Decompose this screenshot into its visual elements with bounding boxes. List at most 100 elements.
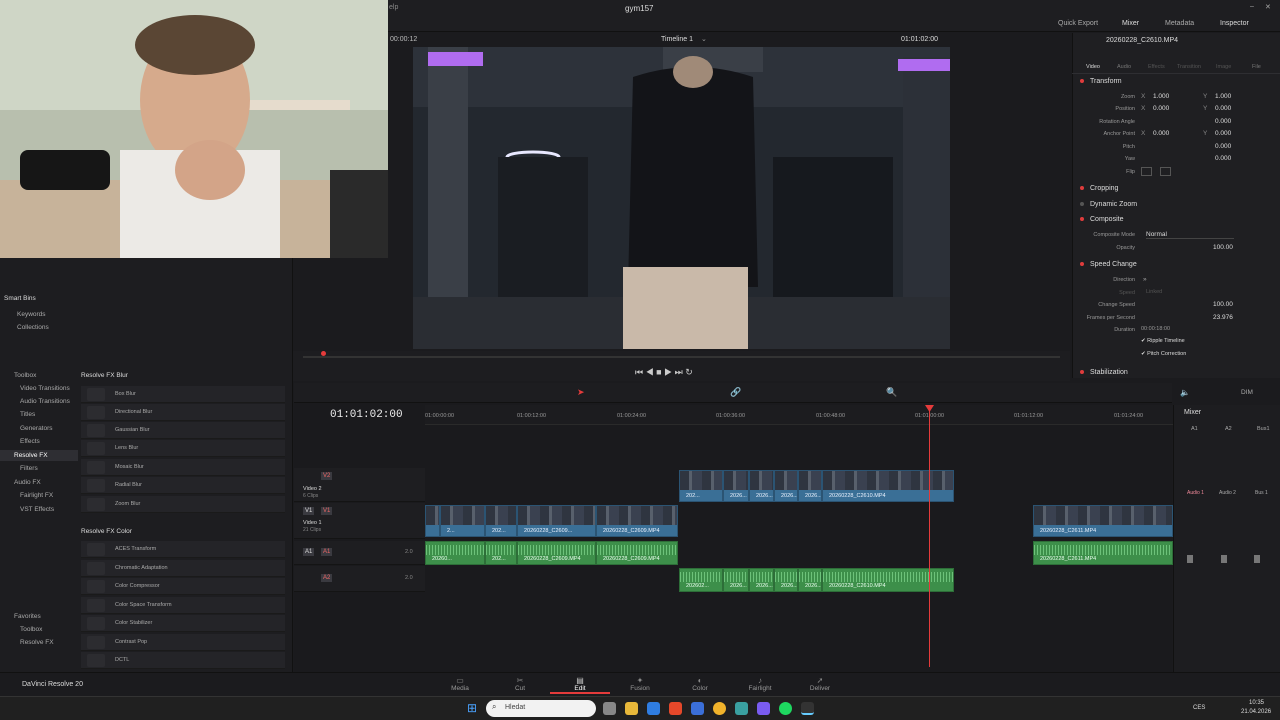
video-clip[interactable]: 202... (679, 470, 723, 502)
tab-effects[interactable]: Effects (1148, 64, 1165, 70)
position-y-field[interactable]: 0.000 (1215, 105, 1231, 112)
opacity-field[interactable]: 100.00 (1213, 244, 1233, 251)
audio-clip[interactable]: 20260228_C2609.MP4 (596, 541, 678, 565)
fx-zoom-blur[interactable]: Zoom Blur (81, 496, 285, 513)
clock-time[interactable]: 10:35 (1249, 700, 1264, 706)
ripple-checkbox[interactable]: ✔ Ripple Timeline (1141, 338, 1185, 344)
enable-dot-icon[interactable] (1080, 202, 1084, 207)
tab-image[interactable]: Image (1216, 64, 1231, 70)
fx-color-stabilizer[interactable]: Color Stabilizer (81, 615, 285, 632)
fx-gaussian-blur[interactable]: Gaussian Blur (81, 422, 285, 439)
link-icon[interactable]: 🔗 (730, 387, 741, 398)
track-id[interactable]: A2 (321, 574, 333, 582)
composite-mode-select[interactable]: Normal (1146, 231, 1234, 239)
fx-dctl[interactable]: DCTL (81, 652, 285, 669)
track-header-v2[interactable]: V2 Video 2 6 Clips (294, 468, 425, 502)
track-id[interactable]: V2 (321, 472, 333, 480)
search-box[interactable]: ⌕ Hledat (486, 700, 596, 717)
fader-a2[interactable] (1221, 555, 1227, 563)
minimize-icon[interactable]: – (1250, 3, 1254, 10)
video-clip[interactable]: 2026... (774, 470, 798, 502)
spotify-icon[interactable] (779, 702, 792, 715)
fx-color-compressor[interactable]: Color Compressor (81, 578, 285, 595)
track-id[interactable]: A1 (321, 548, 333, 556)
page-media[interactable]: ▭ Media (440, 676, 480, 692)
fx-chromatic-adaptation[interactable]: Chromatic Adaptation (81, 560, 285, 577)
source-patch[interactable]: V1 (303, 507, 315, 515)
timeline-ruler[interactable]: 01:00:00:00 01:00:12:00 01:00:24:00 01:0… (425, 405, 1173, 425)
scrubber-playhead[interactable] (321, 351, 326, 356)
track-name[interactable]: Video 2 (303, 486, 322, 492)
duration-field[interactable]: 00:00:18:00 (1141, 326, 1170, 332)
fx-box-blur[interactable]: Box Blur (81, 386, 285, 403)
audio-clip[interactable]: 20260228_C2611.MP4 (1033, 541, 1173, 565)
tab-file[interactable]: File (1252, 64, 1261, 70)
enable-dot-icon[interactable] (1080, 79, 1084, 84)
chrome-icon[interactable] (713, 702, 726, 715)
fx-mosaic-blur[interactable]: Mosaic Blur (81, 459, 285, 476)
menu-help[interactable]: elp (389, 4, 398, 11)
video-clip[interactable]: 20260228_C2610.MP4 (822, 470, 954, 502)
audio-clip[interactable]: 20260228_C2609.MP4 (517, 541, 596, 565)
page-edit[interactable]: ▤ Edit (550, 676, 610, 694)
fx-directional-blur[interactable]: Directional Blur (81, 404, 285, 421)
audio-clip[interactable]: 2026... (798, 568, 822, 592)
fps-field[interactable]: 23.976 (1213, 314, 1233, 321)
page-fusion[interactable]: ✦ Fusion (620, 676, 660, 692)
tree-video-transitions[interactable]: Video Transitions (20, 385, 70, 392)
mixer-button[interactable]: Mixer (1122, 20, 1139, 27)
clock-date[interactable]: 21.04.2026 (1241, 709, 1271, 715)
video-clip[interactable]: 20260228_C2609... (517, 505, 596, 537)
audio-clip[interactable]: 202602... (679, 568, 723, 592)
tree-fairlight-fx[interactable]: Fairlight FX (20, 492, 53, 499)
zoom-icon[interactable]: 🔍 (886, 387, 897, 398)
tree-filters[interactable]: Filters (20, 465, 38, 472)
tab-transition[interactable]: Transition (1177, 64, 1201, 70)
video-clip[interactable]: 20260228_C2609.MP4 (596, 505, 678, 537)
selection-tool-icon[interactable]: ➤ (577, 387, 585, 398)
brave-icon[interactable] (669, 702, 682, 715)
app-icon[interactable] (691, 702, 704, 715)
cropping-section[interactable]: Cropping (1080, 185, 1118, 192)
smart-bin-keywords[interactable]: Keywords (17, 311, 46, 318)
enable-dot-icon[interactable] (1080, 262, 1084, 267)
page-deliver[interactable]: ➚ Deliver (800, 676, 840, 692)
tree-titles[interactable]: Titles (20, 411, 35, 418)
track-header-v1[interactable]: V1 V1 Video 1 21 Clips (294, 503, 425, 539)
video-clip[interactable]: 2026... (749, 470, 774, 502)
davinci-resolve-icon[interactable] (801, 702, 814, 715)
flip-vertical-icon[interactable] (1160, 167, 1171, 176)
tab-audio[interactable]: Audio (1117, 64, 1131, 70)
close-icon[interactable]: ✕ (1265, 3, 1271, 11)
transform-section[interactable]: Transform (1080, 78, 1122, 85)
fx-color-space-transform[interactable]: Color Space Transform (81, 597, 285, 614)
anchor-x-field[interactable]: 0.000 (1153, 130, 1169, 137)
flip-horizontal-icon[interactable] (1141, 167, 1152, 176)
audio-clip[interactable]: 2026... (749, 568, 774, 592)
smart-bin-collections[interactable]: Collections (17, 324, 49, 331)
enable-dot-icon[interactable] (1080, 217, 1084, 222)
rotation-field[interactable]: 0.000 (1215, 118, 1231, 125)
track-name[interactable]: Video 1 (303, 520, 322, 526)
audio-clip[interactable]: 20260... (425, 541, 485, 565)
pitch-field[interactable]: 0.000 (1215, 143, 1231, 150)
favorite-resolve-fx[interactable]: Resolve FX (20, 639, 54, 646)
composite-section[interactable]: Composite (1080, 216, 1123, 223)
timeline-selector[interactable]: Timeline 1 (661, 36, 693, 43)
direction-forward-icon[interactable]: » (1143, 276, 1147, 283)
viewer-scrubber[interactable] (303, 356, 1060, 358)
fader-a1[interactable] (1187, 555, 1193, 563)
audio-clip[interactable]: 2026... (723, 568, 749, 592)
audio-clip[interactable]: 202... (485, 541, 517, 565)
stabilization-section[interactable]: Stabilization (1080, 369, 1128, 376)
app-icon[interactable] (735, 702, 748, 715)
audio-clip[interactable]: 20260228_C2610.MP4 (822, 568, 954, 592)
tree-vst-effects[interactable]: VST Effects (20, 506, 54, 513)
audio-clip[interactable]: 2026... (774, 568, 798, 592)
fx-contrast-pop[interactable]: Contrast Pop (81, 634, 285, 651)
tree-audio-transitions[interactable]: Audio Transitions (20, 398, 70, 405)
track-header-a2[interactable]: A2 2.0 (294, 566, 425, 592)
tree-resolve-fx[interactable]: Resolve FX (14, 452, 48, 459)
fx-lens-blur[interactable]: Lens Blur (81, 440, 285, 457)
page-color[interactable]: ◐ Color (680, 676, 720, 692)
